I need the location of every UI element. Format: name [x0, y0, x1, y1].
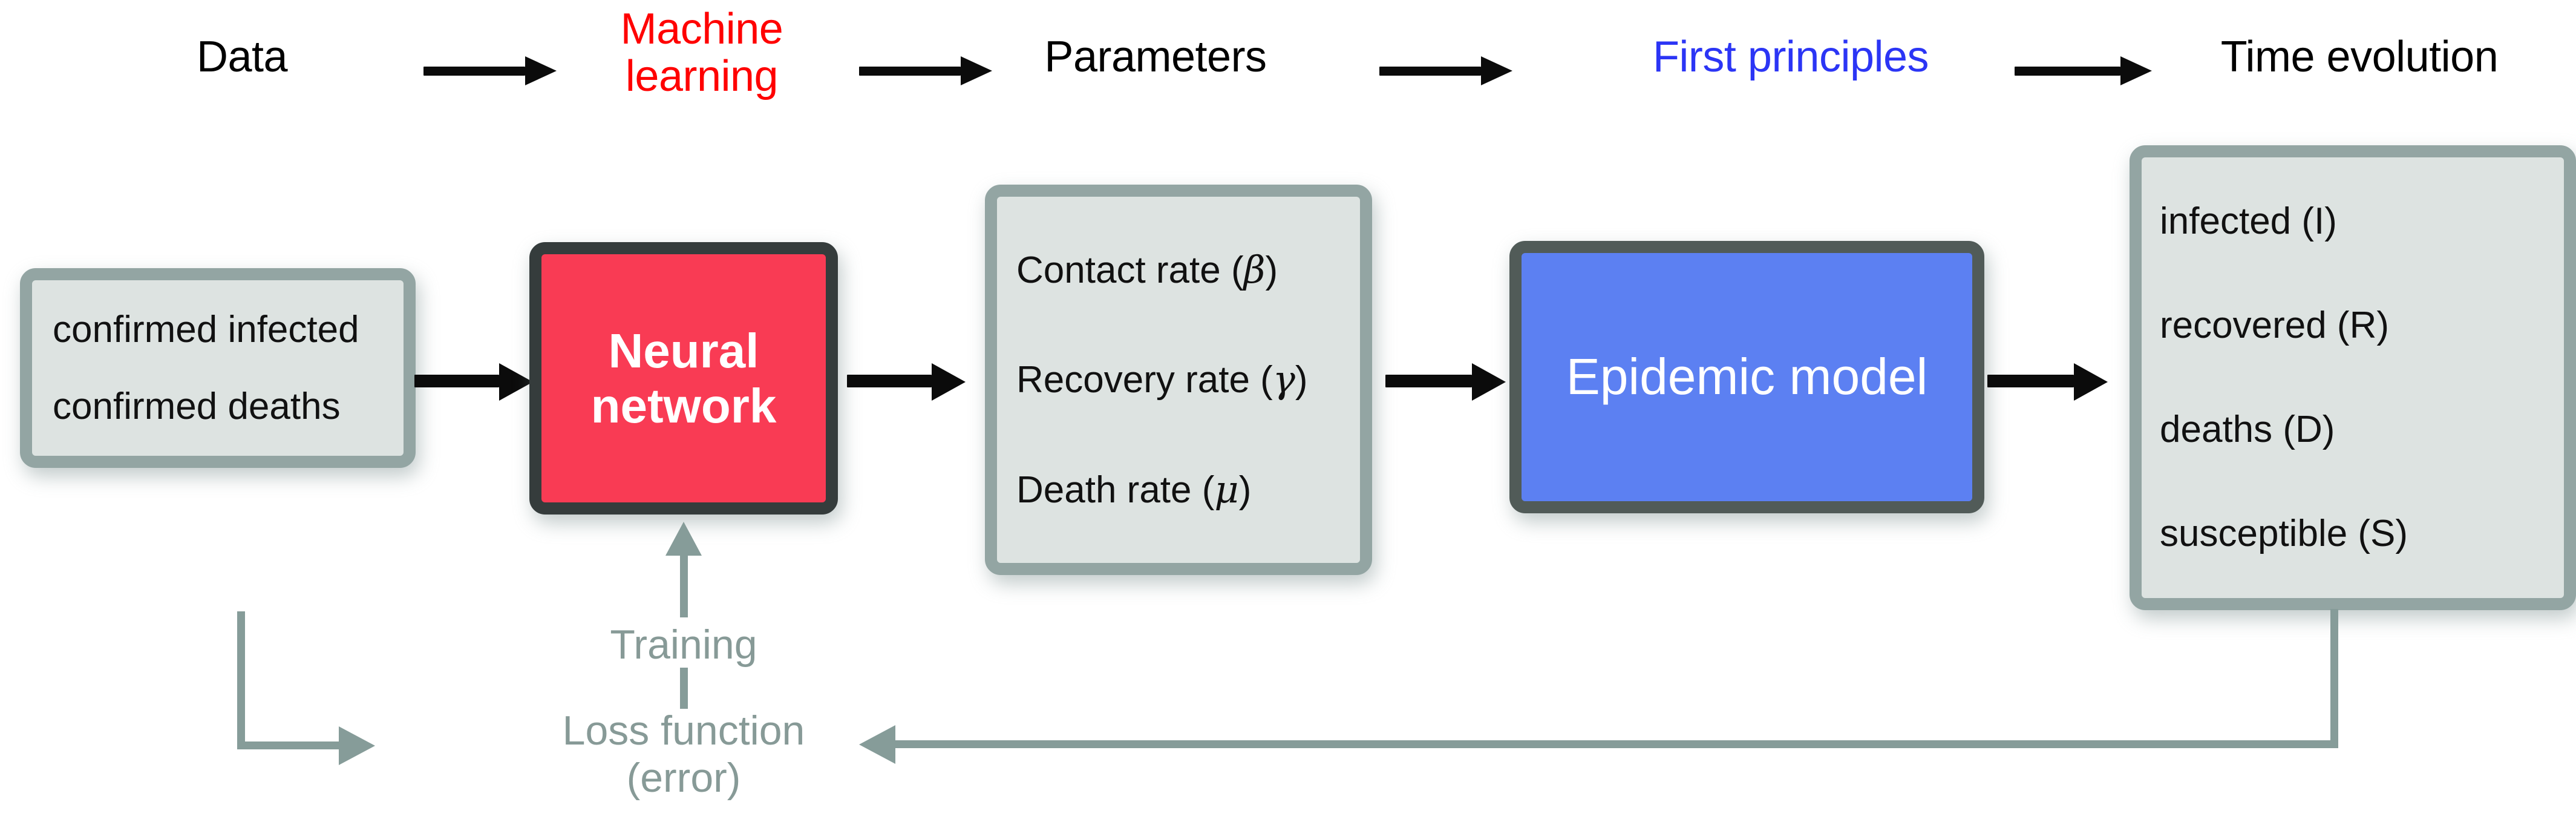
arrow-head	[499, 363, 533, 401]
neural-network-label-wrap: Neural network	[541, 254, 826, 502]
data-box-lines: confirmed infected confirmed deaths	[32, 280, 404, 456]
training-arrow-shaft	[680, 551, 688, 617]
parameter-recovery-rate: Recovery rate (γ)	[1016, 357, 1308, 402]
stage-label-time-evolution: Time evolution	[2220, 33, 2499, 81]
time-evolution-line-recovered: recovered (R)	[2160, 304, 2389, 347]
epidemic-model-surface: Epidemic model	[1509, 241, 1984, 513]
time-evolution-line-infected: infected (I)	[2160, 200, 2337, 243]
parameters-lines: Contact rate (β) Recovery rate (γ) Death…	[997, 197, 1360, 563]
time-evolution-surface: infected (I) recovered (R) deaths (D) su…	[2130, 145, 2576, 610]
arrow-head	[961, 56, 992, 85]
arrow-shaft	[423, 67, 525, 76]
stage-label-machine-learning: Machine learning	[620, 5, 783, 100]
parameter-contact-rate: Contact rate (β)	[1016, 247, 1278, 292]
loss-function-sublabel: (error)	[626, 755, 741, 801]
data-box[interactable]: confirmed infected confirmed deaths	[20, 268, 416, 468]
beta-symbol: β	[1243, 247, 1266, 292]
loss-connector-segment	[680, 668, 688, 709]
epidemic-model-box[interactable]: Epidemic model	[1509, 241, 1984, 513]
arrow-shaft	[2015, 67, 2120, 76]
data-box-surface: confirmed infected confirmed deaths	[20, 268, 416, 468]
time-evolution-lines: infected (I) recovered (R) deaths (D) su…	[2142, 157, 2564, 598]
neural-network-surface: Neural network	[529, 242, 838, 515]
arrow-head	[2074, 363, 2108, 401]
arrow-shaft	[847, 375, 932, 387]
data-line-deaths: confirmed deaths	[53, 385, 341, 427]
stage-label-first-principles: First principles	[1652, 33, 1929, 81]
arrow-head	[932, 363, 966, 401]
time-evolution-line-deaths: deaths (D)	[2160, 409, 2335, 451]
diagram-canvas: Data Machine learning Parameters First p…	[0, 0, 2576, 822]
loss-function-label: Loss function	[562, 708, 805, 754]
arrow-head	[2120, 56, 2152, 85]
parameters-surface: Contact rate (β) Recovery rate (γ) Death…	[985, 185, 1372, 575]
data-line-infected: confirmed infected	[53, 308, 359, 350]
arrow-head	[525, 56, 557, 85]
neural-network-box[interactable]: Neural network	[529, 242, 838, 515]
arrow-shaft	[1987, 375, 2074, 387]
arrow-shaft	[859, 67, 961, 76]
arrow-shaft	[1379, 67, 1481, 76]
neural-network-title: Neural network	[590, 323, 777, 433]
loop-segment-left-horizontal	[237, 741, 346, 749]
training-label: Training	[610, 622, 757, 668]
gamma-symbol: γ	[1272, 357, 1295, 402]
loop-arrow-head-left	[859, 725, 895, 764]
training-arrow-head	[665, 522, 702, 556]
time-evolution-line-susceptible: susceptible (S)	[2160, 513, 2408, 555]
mu-symbol: μ	[1214, 467, 1239, 512]
parameters-box[interactable]: Contact rate (β) Recovery rate (γ) Death…	[985, 185, 1372, 575]
loop-segment-right-vertical	[2330, 609, 2338, 748]
parameter-death-rate: Death rate (μ)	[1016, 467, 1252, 512]
epidemic-model-label-wrap: Epidemic model	[1522, 253, 1972, 501]
arrow-head	[1472, 363, 1506, 401]
arrow-head	[1481, 56, 1512, 85]
arrow-shaft	[414, 375, 499, 387]
time-evolution-box[interactable]: infected (I) recovered (R) deaths (D) su…	[2130, 145, 2576, 610]
loop-segment-bottom-horizontal	[895, 740, 2334, 748]
epidemic-model-title: Epidemic model	[1566, 348, 1928, 406]
loop-segment-left-vertical	[237, 611, 245, 746]
arrow-shaft	[1385, 375, 1472, 387]
loop-arrow-head-right	[339, 726, 375, 765]
stage-label-parameters: Parameters	[1044, 33, 1267, 81]
stage-label-data: Data	[196, 33, 288, 81]
